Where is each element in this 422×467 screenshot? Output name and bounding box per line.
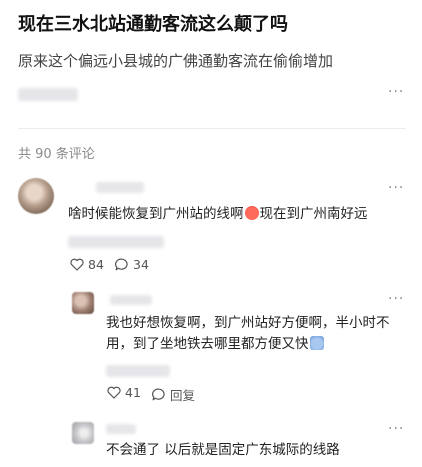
avatar[interactable] (72, 422, 94, 444)
username-blurred[interactable] (96, 182, 144, 193)
post-title: 现在三水北站通勤客流这么颠了吗 (18, 14, 288, 35)
divider (18, 128, 406, 129)
reply-text-line2: 用，到了坐地铁去哪里都方便又快 (106, 336, 309, 352)
reply-button[interactable]: 回复 (152, 385, 195, 404)
reply-meta-blurred (106, 365, 170, 377)
like-button[interactable]: 41 (107, 385, 141, 400)
comment-count: 共 90 条评论 (18, 147, 95, 162)
sweat-face-emoji-icon (309, 336, 324, 350)
post-more-button[interactable]: ··· (388, 84, 404, 100)
comment-text-part2: 现在到广州南好远 (259, 206, 368, 222)
reply-text: 不会通了 以后就是固定广东城际的线路 (106, 442, 340, 458)
like-count: 41 (125, 385, 141, 400)
username-blurred[interactable] (110, 295, 152, 305)
heart-icon (107, 386, 121, 399)
angry-face-emoji-icon (244, 206, 259, 220)
reply-count: 34 (133, 257, 149, 272)
comment-more-button[interactable]: ··· (388, 180, 404, 196)
heart-icon (70, 258, 84, 271)
comment-meta-blurred (68, 236, 164, 248)
reply-label: 回复 (170, 388, 196, 403)
avatar[interactable] (18, 178, 54, 214)
like-count: 84 (88, 257, 104, 272)
post-subtitle: 原来这个偏远小县城的广佛通勤客流在偷偷增加 (18, 52, 334, 70)
avatar[interactable] (72, 292, 94, 314)
reply-text-line1: 我也好想恢复啊，到广州站好方便啊，半小时不 (106, 315, 390, 331)
post-meta-blurred (18, 88, 78, 101)
like-button[interactable]: 84 (70, 257, 104, 272)
reply-button[interactable]: 34 (115, 257, 149, 272)
comment-bubble-icon (152, 388, 166, 401)
reply-more-button[interactable]: ··· (388, 291, 404, 307)
reply-more-button[interactable]: ··· (388, 421, 404, 437)
comment-bubble-icon (115, 258, 129, 271)
reply-text: 我也好想恢复啊，到广州站好方便啊，半小时不 用，到了坐地铁去哪里都方便又快 (106, 313, 406, 355)
username-blurred[interactable] (106, 424, 136, 434)
comment-text: 啥时候能恢复到广州站的线啊 现在到广州南好远 (68, 204, 368, 225)
comment-text-part1: 啥时候能恢复到广州站的线啊 (68, 206, 244, 222)
